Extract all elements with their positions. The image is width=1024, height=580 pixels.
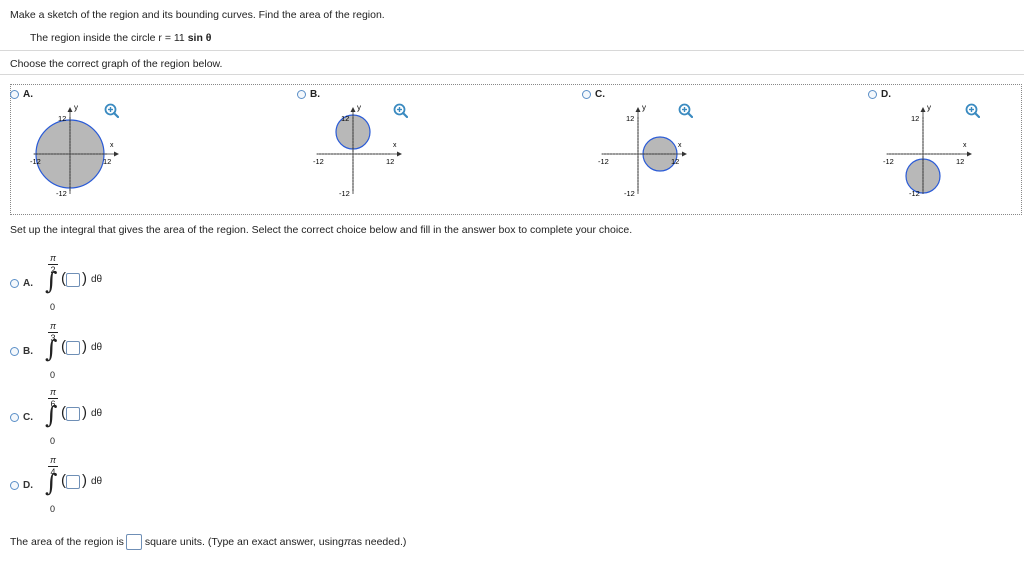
differential: dθ xyxy=(91,408,103,419)
y-arrow-icon xyxy=(350,107,356,112)
y-tick-bottom: -12 xyxy=(909,189,920,198)
y-axis-label: y xyxy=(74,103,78,112)
integrand-input[interactable] xyxy=(66,341,80,355)
upper-limit-numerator: π xyxy=(49,387,57,397)
upper-limit-numerator: π xyxy=(49,253,57,263)
differential: dθ xyxy=(91,342,103,353)
x-tick-right: 12 xyxy=(671,157,679,166)
integral-sign-icon: ∫ xyxy=(45,335,58,363)
y-tick-bottom: -12 xyxy=(56,189,67,198)
x-tick-right: 12 xyxy=(956,157,964,166)
integral-sign-icon: ∫ xyxy=(45,469,58,497)
y-axis-label: y xyxy=(642,103,646,112)
y-axis-label: y xyxy=(357,103,361,112)
radio-button[interactable] xyxy=(582,90,591,99)
option-letter: B. xyxy=(23,346,33,357)
graph-options-panel xyxy=(10,84,1022,215)
option-letter: C. xyxy=(23,412,33,423)
x-axis-label: x xyxy=(963,142,967,149)
lower-limit: 0 xyxy=(50,370,56,380)
integral-prompt: Set up the integral that gives the area … xyxy=(10,224,633,236)
magnify-plus-icon[interactable] xyxy=(393,103,409,119)
x-arrow-icon xyxy=(682,151,687,157)
x-tick-right: 12 xyxy=(386,157,394,166)
integral-sign-icon: ∫ xyxy=(45,267,58,295)
radio-button[interactable] xyxy=(10,279,19,288)
magnify-plus-icon[interactable] xyxy=(104,103,120,119)
region-function: sin θ xyxy=(187,32,212,44)
x-tick-right: 12 xyxy=(103,157,111,166)
y-tick-bottom: -12 xyxy=(339,189,350,198)
y-tick-top: 12 xyxy=(341,114,349,123)
magnify-plus-icon[interactable] xyxy=(678,103,694,119)
area-suffix-start: square units. (Type an exact answer, usi… xyxy=(144,536,344,548)
integrand-input[interactable] xyxy=(66,407,80,421)
region-prefix: The region inside the circle r xyxy=(30,32,162,44)
y-arrow-icon xyxy=(635,107,641,112)
x-arrow-icon xyxy=(114,151,119,157)
y-arrow-icon xyxy=(67,107,73,112)
integrand-input[interactable] xyxy=(66,273,80,287)
x-axis-label: x xyxy=(110,142,114,149)
integral-option-selector[interactable]: C. xyxy=(10,412,33,423)
radio-button[interactable] xyxy=(297,90,306,99)
area-suffix-end: as needed.) xyxy=(350,536,407,548)
close-paren: ) xyxy=(82,338,87,355)
option-letter: A. xyxy=(23,278,33,289)
y-tick-top: 12 xyxy=(626,114,634,123)
graph-prompt: Choose the correct graph of the region b… xyxy=(10,58,223,70)
area-prefix: The area of the region is xyxy=(10,536,124,548)
lower-limit: 0 xyxy=(50,504,56,514)
upper-limit-numerator: π xyxy=(49,455,57,465)
x-tick-left: -12 xyxy=(883,157,894,166)
integral-sign-icon: ∫ xyxy=(45,401,58,429)
x-arrow-icon xyxy=(967,151,972,157)
region-equation: = 11 xyxy=(161,32,188,44)
y-arrow-icon xyxy=(920,107,926,112)
pi-symbol: π xyxy=(343,536,351,548)
y-tick-top: 12 xyxy=(911,114,919,123)
y-axis-label: y xyxy=(927,103,931,112)
y-tick-bottom: -12 xyxy=(624,189,635,198)
question-instruction: Make a sketch of the region and its boun… xyxy=(10,9,385,21)
x-arrow-icon xyxy=(397,151,402,157)
radio-button[interactable] xyxy=(10,90,19,99)
area-answer-input[interactable] xyxy=(125,534,142,550)
close-paren: ) xyxy=(82,472,87,489)
integrand-input[interactable] xyxy=(66,475,80,489)
polar-graph: y x 12 -12 -12 12 xyxy=(30,103,119,198)
differential: dθ xyxy=(91,476,103,487)
magnify-plus-icon[interactable] xyxy=(965,103,981,119)
region-statement: The region inside the circle r = 11 sin … xyxy=(30,32,211,44)
close-paren: ) xyxy=(82,404,87,421)
close-paren: ) xyxy=(82,270,87,287)
integral-option-selector[interactable]: D. xyxy=(10,480,33,491)
lower-limit: 0 xyxy=(50,436,56,446)
radio-button[interactable] xyxy=(10,413,19,422)
x-axis-label: x xyxy=(393,142,397,149)
differential: dθ xyxy=(91,274,103,285)
divider xyxy=(0,74,1024,75)
x-axis-label: x xyxy=(678,142,682,149)
integral-option-selector[interactable]: B. xyxy=(10,346,33,357)
y-tick-top: 12 xyxy=(58,114,66,123)
x-tick-left: -12 xyxy=(313,157,324,166)
x-tick-left: -12 xyxy=(598,157,609,166)
radio-button[interactable] xyxy=(868,90,877,99)
divider xyxy=(0,50,1024,51)
integral-option-selector[interactable]: A. xyxy=(10,278,33,289)
option-letter: D. xyxy=(23,480,33,491)
radio-button[interactable] xyxy=(10,347,19,356)
x-tick-left: -12 xyxy=(30,157,41,166)
upper-limit-numerator: π xyxy=(49,321,57,331)
lower-limit: 0 xyxy=(50,302,56,312)
area-answer-line: The area of the region is square units. … xyxy=(10,534,406,550)
graph-a: y x 12 -12 -12 12 xyxy=(30,98,140,210)
radio-button[interactable] xyxy=(10,481,19,490)
